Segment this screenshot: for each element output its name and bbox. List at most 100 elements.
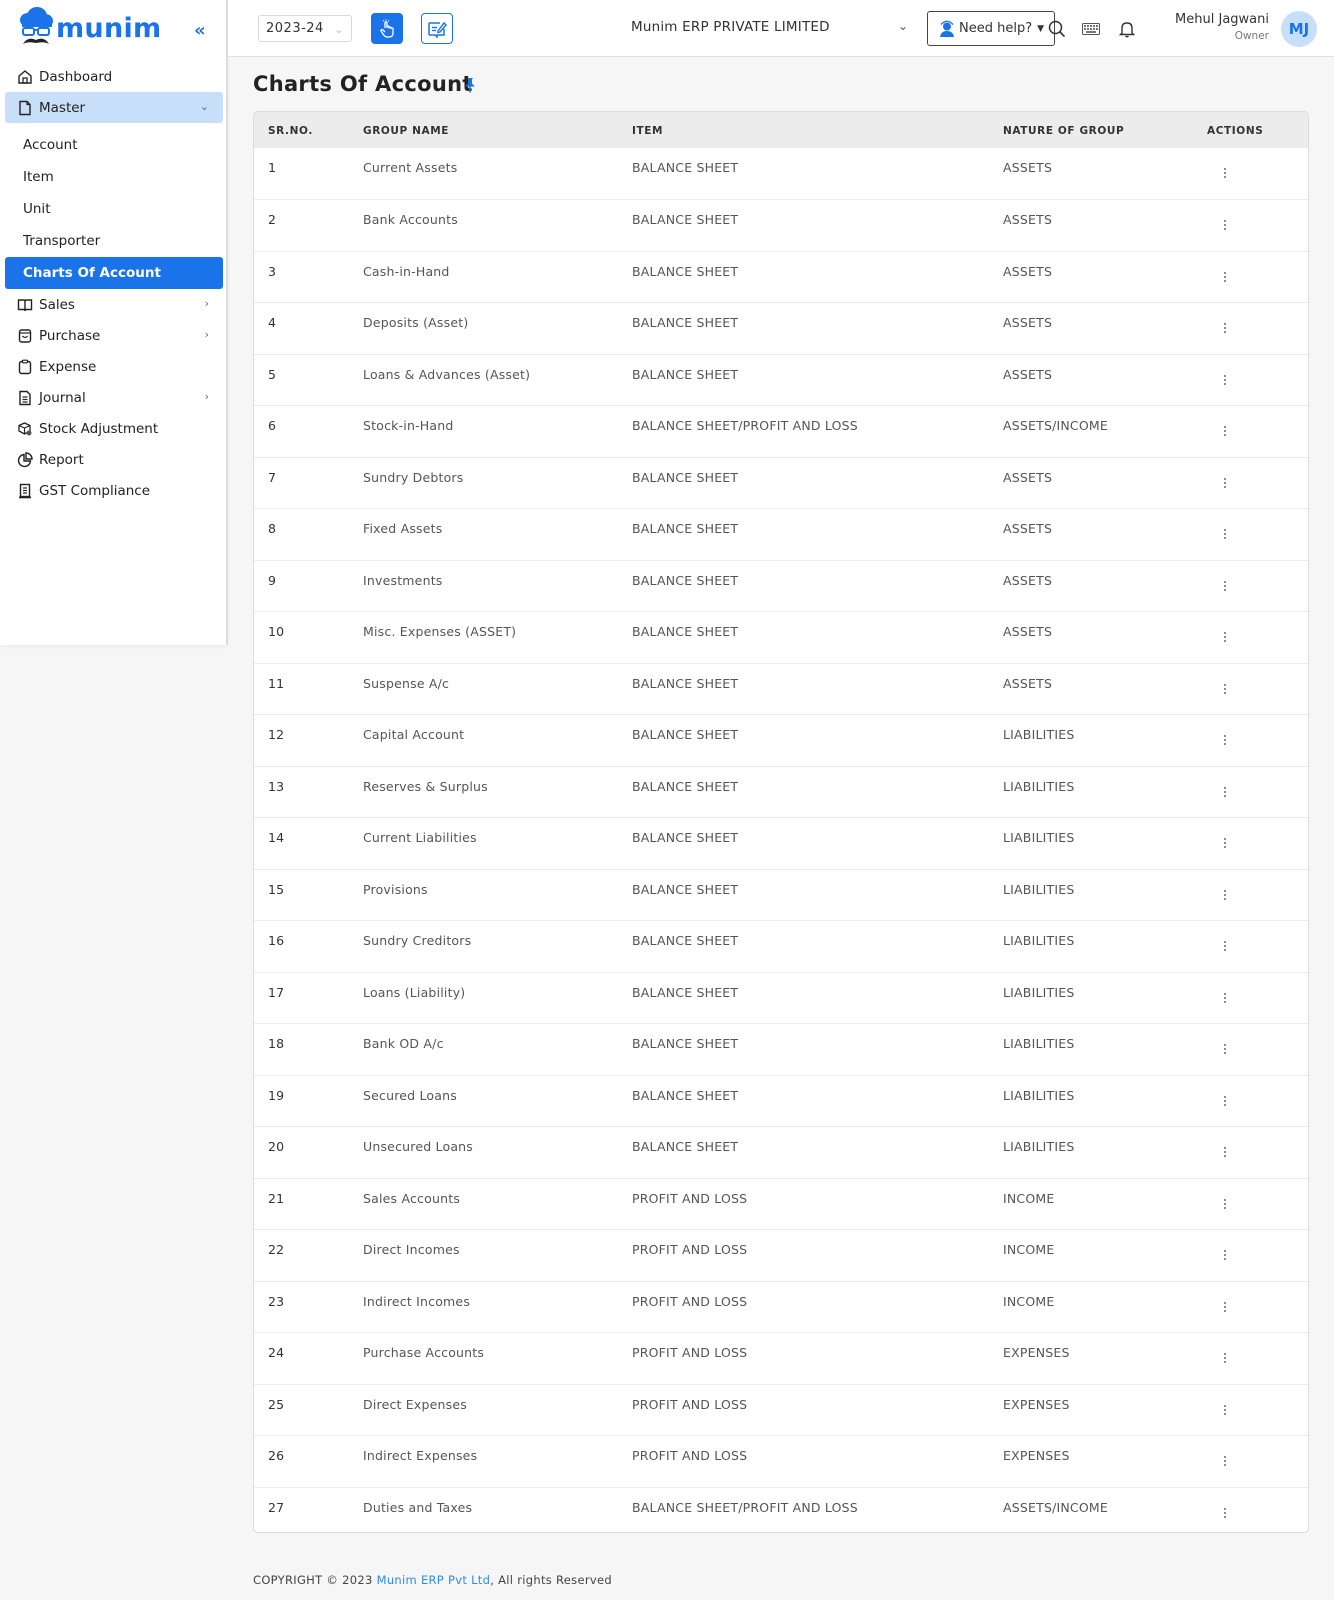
sidebar-item-label: Expense bbox=[39, 358, 97, 375]
cell-sr-no: 9 bbox=[268, 572, 277, 588]
logo[interactable]: munim bbox=[18, 6, 161, 50]
table-row[interactable]: 8 Fixed Assets BALANCE SHEET ASSETS bbox=[254, 508, 1308, 561]
sidebar-item-purchase[interactable]: Purchase › bbox=[5, 320, 223, 351]
row-actions-kebab-icon[interactable] bbox=[1215, 1195, 1235, 1215]
column-header-group-name[interactable]: GROUP NAME bbox=[363, 112, 632, 148]
row-actions-kebab-icon[interactable] bbox=[1215, 937, 1235, 957]
row-actions-kebab-icon[interactable] bbox=[1215, 834, 1235, 854]
sidebar-item-sales[interactable]: Sales › bbox=[5, 289, 223, 320]
sidebar-item-label: Purchase bbox=[39, 327, 101, 344]
table-row[interactable]: 24 Purchase Accounts PROFIT AND LOSS EXPENS… bbox=[254, 1332, 1308, 1385]
table-row[interactable]: 1 Current Assets BALANCE SHEET ASSETS bbox=[254, 148, 1308, 200]
table-row[interactable]: 27 Duties and Taxes BALANCE SHEET/PROFIT A… bbox=[254, 1487, 1308, 1532]
table-row[interactable]: 3 Cash-in-Hand BALANCE SHEET ASSETS bbox=[254, 251, 1308, 303]
table-row[interactable]: 20 Unsecured Loans BALANCE SHEET LIABILITIE… bbox=[254, 1126, 1308, 1179]
row-actions-kebab-icon[interactable] bbox=[1215, 319, 1235, 339]
row-actions-kebab-icon[interactable] bbox=[1215, 731, 1235, 751]
sidebar-item-label: Dashboard bbox=[39, 68, 113, 85]
table-row[interactable]: 7 Sundry Debtors BALANCE SHEET ASSETS bbox=[254, 457, 1308, 509]
sidebar-item-report[interactable]: Report bbox=[5, 444, 223, 475]
table-row[interactable]: 14 Current Liabilities BALANCE SHEET LIABIL… bbox=[254, 817, 1308, 870]
table-row[interactable]: 19 Secured Loans BALANCE SHEET LIABILITIES bbox=[254, 1075, 1308, 1127]
row-actions-kebab-icon[interactable] bbox=[1215, 1504, 1235, 1524]
row-actions-kebab-icon[interactable] bbox=[1215, 1401, 1235, 1421]
keyboard-shortcuts-button[interactable] bbox=[1080, 18, 1102, 40]
need-help-button[interactable]: Need help? ▼ bbox=[927, 11, 1055, 46]
row-actions-kebab-icon[interactable] bbox=[1215, 1040, 1235, 1060]
table-row[interactable]: 17 Loans (Liability) BALANCE SHEET LIABILIT… bbox=[254, 972, 1308, 1024]
column-header-sr-no[interactable]: SR.NO. bbox=[254, 112, 363, 148]
row-actions-kebab-icon[interactable] bbox=[1215, 886, 1235, 906]
search-button[interactable] bbox=[1046, 18, 1068, 40]
table-row[interactable]: 2 Bank Accounts BALANCE SHEET ASSETS bbox=[254, 199, 1308, 252]
sidebar-item-expense[interactable]: Expense bbox=[5, 351, 223, 382]
company-switch-chevron-icon[interactable]: ⌄ bbox=[898, 19, 908, 33]
sidebar-subitem-transporter[interactable]: Transporter bbox=[5, 225, 223, 257]
row-actions-kebab-icon[interactable] bbox=[1215, 216, 1235, 236]
row-actions-kebab-icon[interactable] bbox=[1215, 268, 1235, 288]
sidebar-subitem-account[interactable]: Account bbox=[5, 129, 223, 161]
row-actions-kebab-icon[interactable] bbox=[1215, 164, 1235, 184]
sidebar-item-journal[interactable]: Journal › bbox=[5, 382, 223, 413]
column-header-nature-of-group[interactable]: NATURE OF GROUP bbox=[1003, 112, 1207, 148]
row-actions-kebab-icon[interactable] bbox=[1215, 989, 1235, 1009]
row-actions-kebab-icon[interactable] bbox=[1215, 1349, 1235, 1369]
table-row[interactable]: 26 Indirect Expenses PROFIT AND LOSS EXPENS… bbox=[254, 1435, 1308, 1488]
quick-action-button[interactable] bbox=[371, 13, 403, 44]
table-row[interactable]: 10 Misc. Expenses (ASSET) BALANCE SHEET ASS… bbox=[254, 611, 1308, 664]
table-row[interactable]: 4 Deposits (Asset) BALANCE SHEET ASSETS bbox=[254, 302, 1308, 355]
sidebar-item-stock-adjustment[interactable]: Stock Adjustment bbox=[5, 413, 223, 444]
row-actions-kebab-icon[interactable] bbox=[1215, 1298, 1235, 1318]
row-actions-kebab-icon[interactable] bbox=[1215, 783, 1235, 803]
pin-icon[interactable] bbox=[464, 77, 476, 97]
cell-actions bbox=[1207, 148, 1308, 200]
table-row[interactable]: 23 Indirect Incomes PROFIT AND LOSS INCOME bbox=[254, 1281, 1308, 1333]
column-header-item[interactable]: ITEM bbox=[632, 112, 1003, 148]
row-actions-kebab-icon[interactable] bbox=[1215, 1246, 1235, 1266]
row-actions-kebab-icon[interactable] bbox=[1215, 577, 1235, 597]
table-row[interactable]: 25 Direct Expenses PROFIT AND LOSS EXPENSES bbox=[254, 1384, 1308, 1436]
sidebar-item-dashboard[interactable]: Dashboard bbox=[5, 61, 223, 92]
box-gear-icon bbox=[16, 420, 34, 438]
row-actions-kebab-icon[interactable] bbox=[1215, 474, 1235, 494]
cell-nature-of-group: INCOME bbox=[1003, 1293, 1055, 1309]
sidebar-subitem-item[interactable]: Item bbox=[5, 161, 223, 193]
row-actions-kebab-icon[interactable] bbox=[1215, 1092, 1235, 1112]
table-row[interactable]: 6 Stock-in-Hand BALANCE SHEET/PROFIT AND L… bbox=[254, 405, 1308, 458]
table-row[interactable]: 22 Direct Incomes PROFIT AND LOSS INCOME bbox=[254, 1229, 1308, 1282]
cell-item: BALANCE SHEET bbox=[632, 366, 739, 382]
table-row[interactable]: 21 Sales Accounts PROFIT AND LOSS INCOME bbox=[254, 1178, 1308, 1230]
row-actions-kebab-icon[interactable] bbox=[1215, 525, 1235, 545]
cell-actions bbox=[1207, 509, 1308, 561]
cell-actions bbox=[1207, 303, 1308, 355]
row-actions-kebab-icon[interactable] bbox=[1215, 422, 1235, 442]
financial-year-select[interactable]: 2023-24 ⌄ bbox=[258, 15, 352, 42]
row-actions-kebab-icon[interactable] bbox=[1215, 628, 1235, 648]
table-row[interactable]: 5 Loans & Advances (Asset) BALANCE SHEET AS… bbox=[254, 354, 1308, 406]
row-actions-kebab-icon[interactable] bbox=[1215, 680, 1235, 700]
table-row[interactable]: 13 Reserves & Surplus BALANCE SHEET LIABILI… bbox=[254, 766, 1308, 818]
notifications-button[interactable] bbox=[1116, 18, 1138, 40]
table-row[interactable]: 11 Suspense A/c BALANCE SHEET ASSETS bbox=[254, 663, 1308, 715]
table-row[interactable]: 9 Investments BALANCE SHEET ASSETS bbox=[254, 560, 1308, 612]
scroll-icon bbox=[16, 482, 34, 500]
sidebar-subitem-unit[interactable]: Unit bbox=[5, 193, 223, 225]
collapse-sidebar-button[interactable]: « bbox=[194, 20, 206, 41]
cell-item: BALANCE SHEET bbox=[632, 263, 739, 279]
table-row[interactable]: 16 Sundry Creditors BALANCE SHEET LIABILITI… bbox=[254, 920, 1308, 973]
avatar[interactable]: MJ bbox=[1281, 11, 1317, 47]
row-actions-kebab-icon[interactable] bbox=[1215, 1143, 1235, 1163]
table-row[interactable]: 15 Provisions BALANCE SHEET LIABILITIES bbox=[254, 869, 1308, 921]
table-row[interactable]: 18 Bank OD A/c BALANCE SHEET LIABILITIES bbox=[254, 1023, 1308, 1076]
cell-sr-no: 8 bbox=[268, 521, 277, 536]
sidebar-item-gst-compliance[interactable]: GST Compliance bbox=[5, 475, 223, 506]
bag-icon bbox=[16, 327, 34, 345]
table-row[interactable]: 12 Capital Account BALANCE SHEET LIABILITIE… bbox=[254, 714, 1308, 767]
cell-actions bbox=[1207, 663, 1308, 715]
sidebar-subitem-charts-of-account[interactable]: Charts Of Account bbox=[5, 257, 223, 289]
sidebar-item-master[interactable]: Master ⌄ bbox=[5, 92, 223, 123]
footer-company-link[interactable]: Munim ERP Pvt Ltd bbox=[377, 1573, 491, 1587]
row-actions-kebab-icon[interactable] bbox=[1215, 1452, 1235, 1472]
row-actions-kebab-icon[interactable] bbox=[1215, 371, 1235, 391]
notes-button[interactable] bbox=[421, 13, 453, 44]
